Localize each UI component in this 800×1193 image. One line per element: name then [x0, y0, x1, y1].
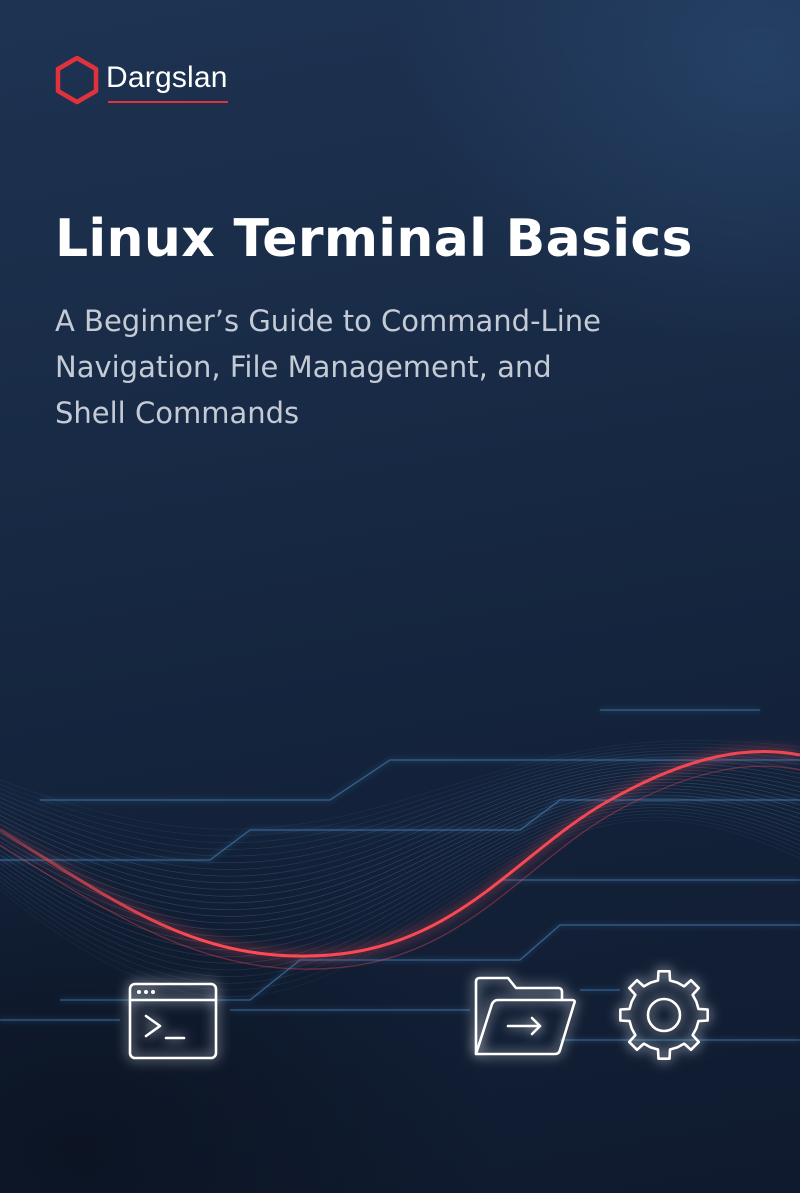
wave-line	[0, 797, 800, 951]
wave-line	[0, 791, 800, 937]
terminal-window-icon	[126, 980, 220, 1062]
wave-line	[0, 772, 800, 897]
wave-line	[0, 801, 800, 957]
brand-underline	[108, 101, 228, 103]
wave-line	[0, 807, 800, 971]
brand-name: Dargslan	[106, 61, 228, 103]
brand-logo: Dargslan	[54, 55, 228, 105]
book-cover: Dargslan Linux Terminal Basics A Beginne…	[0, 0, 800, 1193]
book-subtitle: A Beginner’s Guide to Command-Line Navig…	[55, 298, 755, 436]
wave-line	[0, 763, 800, 877]
subtitle-line: A Beginner’s Guide to Command-Line	[55, 304, 601, 338]
wave-line	[0, 813, 800, 984]
wave-line	[0, 746, 800, 844]
circuit-trace	[0, 799, 800, 861]
wave-line	[0, 775, 800, 904]
subtitle-line: Shell Commands	[55, 396, 300, 430]
brand-name-text: Dargslan	[106, 61, 228, 94]
folder-arrow-icon	[470, 970, 580, 1062]
book-title: Linux Terminal Basics	[55, 209, 693, 269]
hexagon-logo-icon	[55, 55, 99, 105]
wave-line	[0, 810, 800, 977]
subtitle-line: Navigation, File Management, and	[55, 350, 552, 384]
gear-icon	[614, 965, 714, 1065]
